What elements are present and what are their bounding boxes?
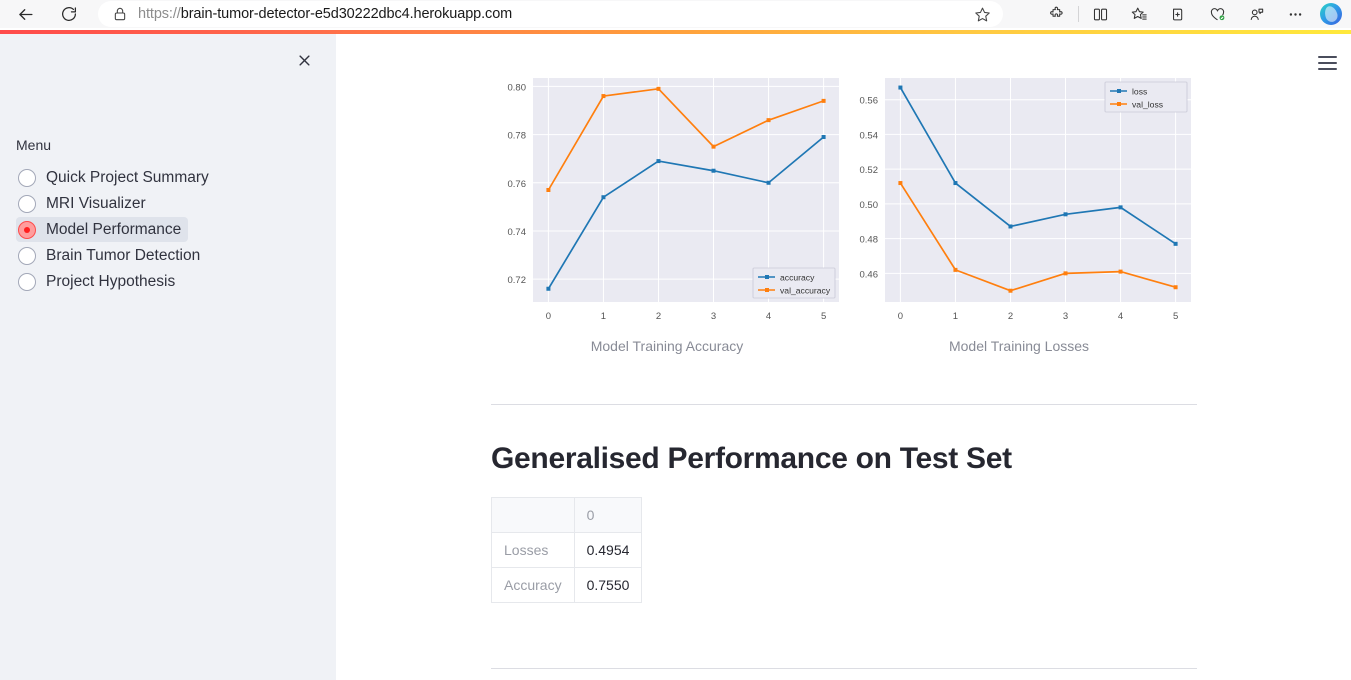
radio-icon-selected[interactable] — [18, 220, 36, 239]
url-scheme: https:// — [138, 6, 181, 22]
copilot-logo-icon[interactable] — [1320, 3, 1342, 25]
performance-table: 0 Losses 0.4954 Accuracy 0.7550 — [491, 497, 643, 603]
svg-text:1: 1 — [601, 311, 606, 322]
main-menu-hamburger-icon[interactable] — [1312, 48, 1342, 78]
toolbar-divider — [1078, 6, 1079, 22]
svg-text:0.72: 0.72 — [508, 275, 527, 286]
svg-text:0.50: 0.50 — [860, 200, 879, 211]
address-bar[interactable]: https://brain-tumor-detector-e5d30222dbc… — [98, 1, 1003, 27]
collections-add-icon[interactable] — [1170, 6, 1187, 23]
reload-button[interactable] — [54, 1, 84, 27]
svg-text:0.54: 0.54 — [860, 130, 879, 141]
chart-caption-accuracy: Model Training Accuracy — [590, 338, 744, 354]
table-row: Losses 0.4954 — [491, 532, 643, 568]
sidebar-item-label: Brain Tumor Detection — [46, 246, 201, 264]
svg-text:0.80: 0.80 — [508, 82, 527, 93]
puzzle-extensions-icon[interactable] — [1048, 6, 1065, 23]
url-text: https://brain-tumor-detector-e5d30222dbc… — [138, 6, 512, 22]
radio-icon[interactable] — [18, 168, 36, 187]
svg-text:5: 5 — [1173, 311, 1178, 322]
favorites-list-icon[interactable] — [1131, 6, 1148, 23]
copilot-share-icon[interactable] — [1248, 6, 1265, 23]
svg-text:2: 2 — [656, 311, 661, 322]
table-cell-value: 0.7550 — [573, 567, 643, 603]
chart-caption-losses: Model Training Losses — [948, 338, 1090, 354]
star-icon[interactable] — [974, 6, 991, 23]
radio-icon[interactable] — [18, 194, 36, 213]
svg-text:4: 4 — [766, 311, 771, 322]
svg-text:0.46: 0.46 — [860, 269, 879, 280]
table-header-row: 0 — [491, 497, 643, 533]
lock-icon — [114, 7, 126, 21]
svg-text:3: 3 — [1063, 311, 1068, 322]
svg-text:loss: loss — [1132, 86, 1147, 96]
sidebar-item-mri-visualizer[interactable]: MRI Visualizer — [16, 191, 316, 216]
browser-toolbar-right — [1037, 0, 1351, 28]
sidebar-item-brain-tumor-detection[interactable]: Brain Tumor Detection — [16, 243, 316, 268]
split-screen-icon[interactable] — [1092, 6, 1109, 23]
svg-text:1: 1 — [953, 311, 958, 322]
sidebar-item-project-hypothesis[interactable]: Project Hypothesis — [16, 269, 316, 294]
radio-icon[interactable] — [18, 272, 36, 291]
accuracy-line-chart: 0.72 0.74 0.76 0.78 0.80 0 1 2 3 4 5 accuracy val_ac… — [508, 78, 839, 322]
svg-text:3: 3 — [711, 311, 716, 322]
table-row-label: Losses — [491, 532, 575, 568]
svg-text:0.76: 0.76 — [508, 179, 527, 190]
browser-essentials-icon[interactable] — [1209, 6, 1226, 23]
svg-text:0.78: 0.78 — [508, 131, 527, 142]
section-divider-bottom — [491, 668, 1197, 669]
ellipsis-more-icon[interactable] — [1287, 6, 1304, 23]
svg-text:5: 5 — [821, 311, 826, 322]
table-column-header: 0 — [573, 497, 643, 533]
url-host: brain-tumor-detector-e5d30222dbc4.heroku… — [180, 6, 513, 22]
chart-accuracy: 0.72 0.74 0.76 0.78 0.80 0 1 2 3 4 5 accuracy val_ac… — [491, 70, 843, 360]
back-button[interactable] — [10, 1, 40, 27]
svg-text:val_accuracy: val_accuracy — [780, 285, 831, 295]
svg-text:0.52: 0.52 — [860, 165, 879, 176]
sidebar-close-button[interactable] — [291, 47, 317, 73]
main-content: 0.72 0.74 0.76 0.78 0.80 0 1 2 3 4 5 accuracy val_ac… — [336, 34, 1351, 680]
svg-text:2: 2 — [1008, 311, 1013, 322]
svg-text:accuracy: accuracy — [780, 272, 815, 282]
sidebar-item-model-performance[interactable]: Model Performance — [16, 217, 188, 242]
page-title: Generalised Performance on Test Set — [491, 442, 1012, 475]
sidebar: Menu Quick Project Summary MRI Visualize… — [0, 34, 336, 680]
chart-losses: 0.46 0.48 0.50 0.52 0.54 0.56 0 1 2 3 4 5 loss val_lo… — [843, 70, 1195, 360]
table-cell-value: 0.4954 — [573, 532, 643, 568]
svg-text:val_loss: val_loss — [1132, 99, 1163, 109]
sidebar-item-label: MRI Visualizer — [46, 194, 146, 212]
sidebar-item-label: Model Performance — [46, 220, 182, 238]
sidebar-item-label: Quick Project Summary — [46, 168, 209, 186]
svg-text:0: 0 — [546, 311, 551, 322]
losses-line-chart: 0.46 0.48 0.50 0.52 0.54 0.56 0 1 2 3 4 5 loss val_lo… — [860, 78, 1191, 322]
svg-text:0: 0 — [898, 311, 903, 322]
streamlit-app: Menu Quick Project Summary MRI Visualize… — [0, 34, 1351, 680]
table-corner-header — [491, 497, 575, 533]
svg-text:4: 4 — [1118, 311, 1123, 322]
sidebar-item-quick-project-summary[interactable]: Quick Project Summary — [16, 165, 316, 190]
charts-row: 0.72 0.74 0.76 0.78 0.80 0 1 2 3 4 5 accuracy val_ac… — [491, 70, 1196, 360]
sidebar-radio-group[interactable]: Quick Project Summary MRI Visualizer Mod… — [16, 165, 316, 295]
svg-text:0.56: 0.56 — [860, 96, 879, 107]
section-divider-top — [491, 404, 1197, 405]
table-row-label: Accuracy — [491, 567, 575, 603]
svg-text:0.48: 0.48 — [860, 235, 879, 246]
browser-toolbar: https://brain-tumor-detector-e5d30222dbc… — [0, 0, 1351, 28]
svg-text:0.74: 0.74 — [508, 227, 527, 238]
sidebar-item-label: Project Hypothesis — [46, 272, 176, 290]
table-row: Accuracy 0.7550 — [491, 567, 643, 603]
radio-icon[interactable] — [18, 246, 36, 265]
menu-label: Menu — [16, 137, 52, 153]
